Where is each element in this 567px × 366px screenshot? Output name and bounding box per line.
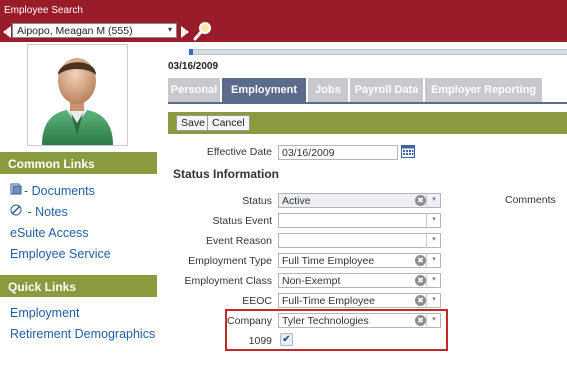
person-avatar-icon <box>42 58 113 145</box>
documents-link[interactable]: - Documents <box>10 183 95 198</box>
avatar <box>27 44 128 146</box>
status-select[interactable]: Active ✖ ▾ <box>278 193 441 208</box>
effective-date-input[interactable]: 03/16/2009 <box>278 145 398 160</box>
company-select[interactable]: Tyler Technologies ✖ ▾ <box>278 313 441 328</box>
company-label: Company <box>227 315 272 327</box>
employment-type-value: Full Time Employee <box>282 255 375 267</box>
timeline-date: 03/16/2009 <box>168 61 219 72</box>
eeoc-value: Full-Time Employee <box>282 295 375 307</box>
employee-select-value: Aipopo, Meagan M (555) <box>17 25 133 37</box>
tab-employer-reporting[interactable]: Employer Reporting <box>425 78 542 102</box>
tab-jobs[interactable]: Jobs <box>308 78 348 102</box>
notes-link[interactable]: - Notes <box>10 204 68 219</box>
1099-checkbox[interactable]: ✔ <box>280 333 293 346</box>
eeoc-select[interactable]: Full-Time Employee ✖ ▾ <box>278 293 441 308</box>
tab-employment[interactable]: Employment <box>222 78 306 102</box>
quick-links-header: Quick Links <box>0 275 157 297</box>
comments-label: Comments <box>505 194 556 206</box>
clear-employment-type-icon[interactable]: ✖ <box>415 255 426 266</box>
search-icon[interactable] <box>193 21 213 41</box>
1099-label: 1099 <box>248 335 272 347</box>
clear-company-icon[interactable]: ✖ <box>415 315 426 326</box>
employee-service-link[interactable]: Employee Service <box>10 247 111 261</box>
cancel-button[interactable]: Cancel <box>207 115 250 131</box>
effective-date-label: Effective Date <box>206 146 272 158</box>
employee-search-bar: Aipopo, Meagan M (555) ▾ <box>0 21 567 42</box>
employment-class-value: Non-Exempt <box>282 275 341 287</box>
effective-date-timeline[interactable] <box>189 46 567 56</box>
previous-employee-arrow-icon[interactable] <box>3 26 11 38</box>
company-value: Tyler Technologies <box>282 315 369 327</box>
event-reason-select[interactable]: ▾ <box>278 233 441 248</box>
clear-status-icon[interactable]: ✖ <box>415 195 426 206</box>
retirement-demographics-link[interactable]: Retirement Demographics <box>10 327 155 341</box>
documents-link-label: - Documents <box>24 184 95 198</box>
chevron-down-icon[interactable]: ▾ <box>426 193 441 208</box>
chevron-down-icon[interactable]: ▾ <box>426 213 441 228</box>
chevron-down-icon[interactable]: ▾ <box>426 293 441 308</box>
event-reason-label: Event Reason <box>206 235 272 247</box>
chevron-down-icon[interactable]: ▾ <box>426 313 441 328</box>
status-event-label: Status Event <box>212 215 272 227</box>
document-icon <box>10 183 24 198</box>
calendar-icon[interactable] <box>401 145 415 158</box>
next-employee-arrow-icon[interactable] <box>181 26 189 38</box>
employment-type-label: Employment Type <box>188 255 272 267</box>
chevron-down-icon[interactable]: ▾ <box>426 253 441 268</box>
status-event-select[interactable]: ▾ <box>278 213 441 228</box>
tab-personal[interactable]: Personal <box>168 78 220 102</box>
action-toolbar: Save Cancel <box>168 112 567 134</box>
employee-select[interactable]: Aipopo, Meagan M (555) ▾ <box>12 23 177 38</box>
chevron-down-icon[interactable]: ▾ <box>426 273 441 288</box>
status-label: Status <box>242 195 272 207</box>
tab-payroll-data[interactable]: Payroll Data <box>350 78 423 102</box>
chevron-down-icon[interactable]: ▾ <box>168 25 172 34</box>
notes-icon <box>10 204 24 219</box>
timeline-marker[interactable] <box>189 49 193 55</box>
clear-employment-class-icon[interactable]: ✖ <box>415 275 426 286</box>
esuite-access-link[interactable]: eSuite Access <box>10 226 89 240</box>
timeline-track <box>189 49 567 55</box>
window-title: Employee Search <box>0 0 567 21</box>
status-information-title: Status Information <box>173 167 280 181</box>
common-links-header: Common Links <box>0 152 157 174</box>
notes-link-label: - Notes <box>24 205 68 219</box>
save-button[interactable]: Save <box>176 115 210 131</box>
clear-eeoc-icon[interactable]: ✖ <box>415 295 426 306</box>
status-value: Active <box>282 195 311 207</box>
employment-link[interactable]: Employment <box>10 306 79 320</box>
chevron-down-icon[interactable]: ▾ <box>426 233 441 248</box>
employment-type-select[interactable]: Full Time Employee ✖ ▾ <box>278 253 441 268</box>
employment-class-label: Employment Class <box>184 275 272 287</box>
employment-class-select[interactable]: Non-Exempt ✖ ▾ <box>278 273 441 288</box>
eeoc-label: EEOC <box>242 295 272 307</box>
